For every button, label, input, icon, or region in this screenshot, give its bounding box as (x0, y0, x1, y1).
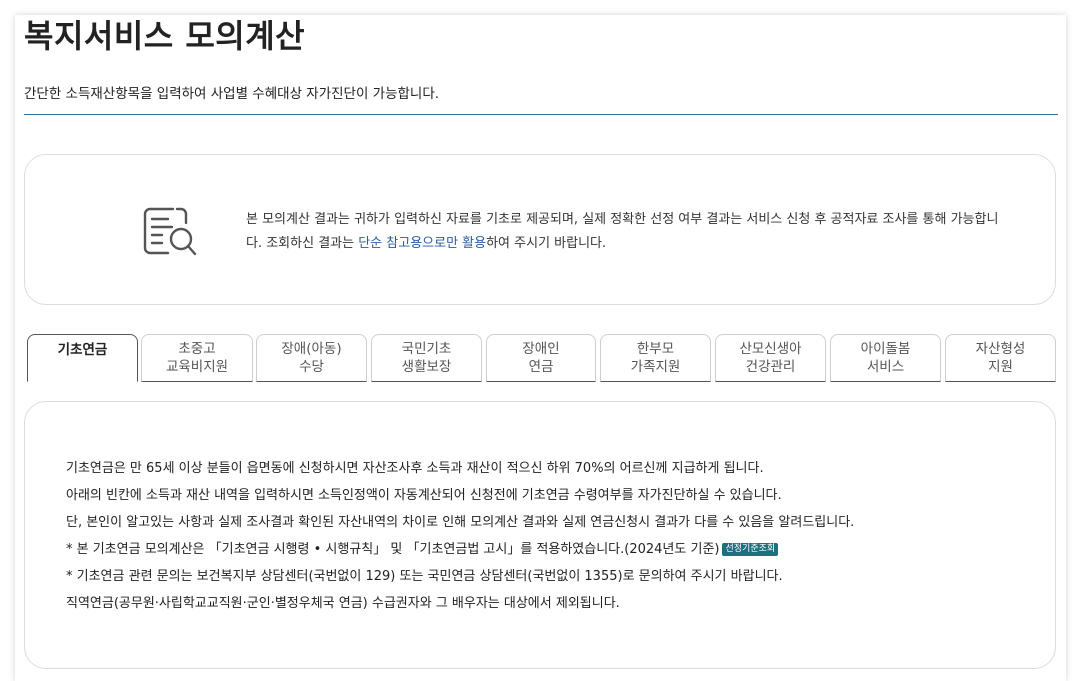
description-list: 기초연금은 만 65세 이상 분들이 읍면동에 신청하시면 자산조사후 소득과 … (66, 455, 1026, 617)
tab-label-sub: 서비스 (866, 359, 905, 375)
description-line: 아래의 빈칸에 소득과 재산 내역을 입력하시면 소득인정액이 자동계산되어 신… (66, 488, 782, 503)
tab-maternity-newborn[interactable]: 산모신생아 건강관리 (715, 334, 826, 382)
description-line: 직역연금(공무원·사립학교교직원·군인·별정우체국 연금) 수급권자와 그 배우… (66, 596, 620, 611)
description-text: * 본 기초연금 모의계산은 「기초연금 시행령 • 시행규칙」 및 「기초연금… (66, 542, 720, 557)
tab-label-sub: 지원 (988, 359, 1013, 375)
tab-label-sub: 교육비지원 (165, 359, 229, 375)
tab-asset-building[interactable]: 자산형성 지원 (945, 334, 1056, 382)
tab-label-sub: 수당 (299, 359, 324, 375)
tab-label-sub: 생활보장 (401, 359, 452, 375)
tab-basic-livelihood[interactable]: 국민기초 생활보장 (371, 334, 482, 382)
tab-label: 산모신생아 (739, 341, 802, 357)
tab-label: 한부모 (636, 341, 675, 357)
tab-label: 장애인 (522, 341, 560, 357)
tab-education-support[interactable]: 초중고 교육비지원 (141, 334, 253, 382)
tab-label-sub: 가족지원 (630, 359, 681, 375)
page-subtitle: 간단한 소득재산항목을 입력하여 사업별 수혜대상 자가진단이 가능합니다. (24, 86, 440, 102)
notice-highlight: 단순 참고용으로만 활용 (358, 236, 487, 251)
tab-label: 초중고 (178, 341, 216, 357)
description-line: 기초연금은 만 65세 이상 분들이 읍면동에 신청하시면 자산조사후 소득과 … (66, 461, 764, 476)
tab-label: 국민기초 (401, 341, 452, 357)
selection-criteria-button[interactable]: 선정기준조회 (722, 543, 779, 556)
notice-box: 본 모의계산 결과는 귀하가 입력하신 자료를 기초로 제공되며, 실제 정확한… (24, 154, 1056, 305)
tab-label: 자산형성 (975, 341, 1026, 357)
page-title: 복지서비스 모의계산 (24, 17, 306, 55)
description-line: 단, 본인이 알고있는 사항과 실제 조사결과 확인된 자산내역의 차이로 인해… (66, 515, 855, 530)
description-line: * 기초연금 관련 문의는 보건복지부 상담센터(국번없이 129) 또는 국민… (66, 569, 783, 584)
tab-label: 장애(아동) (281, 341, 342, 357)
notice-text-end: 하여 주시기 바랍니다. (486, 236, 607, 251)
tab-disability-child-allowance[interactable]: 장애(아동) 수당 (256, 334, 367, 382)
tab-label-sub: 건강관리 (745, 359, 796, 375)
tab-single-parent[interactable]: 한부모 가족지원 (600, 334, 711, 382)
tab-childcare[interactable]: 아이돌봄 서비스 (830, 334, 941, 382)
tab-label: 기초연금 (57, 342, 108, 358)
document-search-icon (141, 203, 201, 259)
service-tabs: 기초연금 초중고 교육비지원 장애(아동) 수당 국민기초 생활보장 장애인 연… (26, 334, 1058, 383)
notice-text: 본 모의계산 결과는 귀하가 입력하신 자료를 기초로 제공되며, 실제 정확한… (246, 208, 1006, 256)
title-divider (24, 114, 1058, 115)
tab-content-panel: 기초연금은 만 65세 이상 분들이 읍면동에 신청하시면 자산조사후 소득과 … (24, 401, 1056, 669)
tab-disability-pension[interactable]: 장애인 연금 (486, 334, 596, 382)
tab-basic-pension[interactable]: 기초연금 (27, 334, 138, 382)
tab-label: 아이돌봄 (860, 341, 911, 357)
tab-label-sub: 연금 (528, 359, 554, 375)
description-line: * 본 기초연금 모의계산은 「기초연금 시행령 • 시행규칙」 및 「기초연금… (66, 536, 1026, 563)
